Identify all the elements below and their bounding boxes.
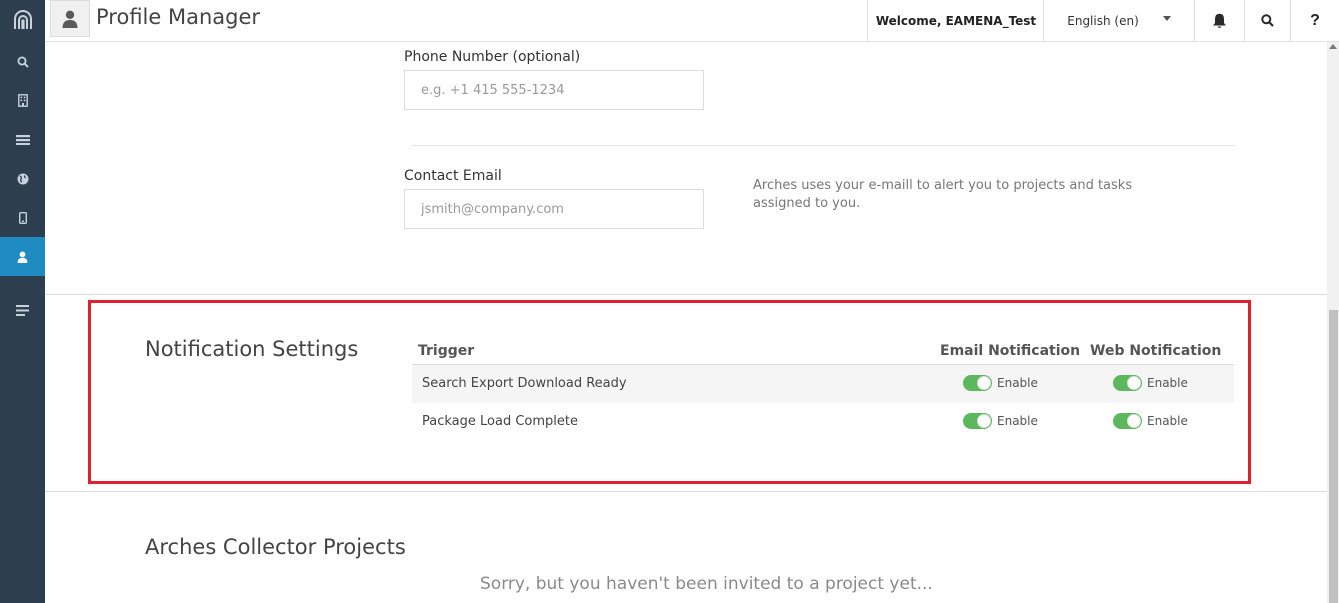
list-icon (15, 134, 30, 145)
section-divider (45, 294, 1327, 295)
profile-avatar (50, 0, 90, 37)
sidebar-item-mobile[interactable] (0, 198, 45, 237)
arches-logo[interactable] (0, 0, 45, 40)
projects-empty-message: Sorry, but you haven't been invited to a… (480, 574, 933, 594)
search-icon (1261, 14, 1274, 27)
email-label: Contact Email (404, 168, 502, 184)
header-search-button[interactable] (1244, 0, 1290, 41)
globe-icon (17, 173, 28, 184)
scroll-up-arrow-icon[interactable] (1329, 44, 1337, 49)
language-select[interactable]: English (en) (1043, 0, 1194, 41)
welcome-user[interactable]: Welcome, EAMENA_Test (867, 0, 1044, 41)
sidebar-item-menu[interactable] (0, 291, 45, 330)
sidebar-item-graphs[interactable] (0, 120, 45, 159)
collector-projects-title: Arches Collector Projects (145, 535, 406, 559)
sidebar-item-resources[interactable] (0, 81, 45, 120)
search-icon (17, 56, 29, 68)
scrollbar-thumb[interactable] (1329, 310, 1338, 603)
phone-input[interactable] (404, 70, 704, 110)
mobile-icon (18, 211, 27, 224)
user-icon (62, 10, 78, 28)
help-button[interactable]: ? (1290, 0, 1339, 41)
section-divider (45, 491, 1327, 492)
email-help-text: Arches uses your e-maill to alert you to… (753, 178, 1133, 211)
building-icon (17, 94, 28, 107)
notifications-button[interactable] (1194, 0, 1244, 41)
page-title: Profile Manager (96, 5, 261, 29)
arches-logo-icon (13, 10, 32, 29)
sidebar-item-search[interactable] (0, 42, 45, 81)
user-icon (17, 251, 28, 263)
language-label: English (en) (1067, 13, 1139, 28)
highlight-annotation (88, 300, 1251, 484)
email-input[interactable] (404, 189, 704, 229)
divider (411, 145, 1236, 146)
top-header: Profile Manager Welcome, EAMENA_Test Eng… (45, 0, 1339, 42)
caret-down-icon (1162, 16, 1171, 21)
sidebar (0, 0, 45, 603)
phone-label: Phone Number (optional) (404, 49, 581, 65)
bell-icon (1213, 13, 1226, 28)
menu-icon (16, 305, 29, 316)
sidebar-item-profile[interactable] (0, 237, 45, 276)
sidebar-item-map[interactable] (0, 159, 45, 198)
